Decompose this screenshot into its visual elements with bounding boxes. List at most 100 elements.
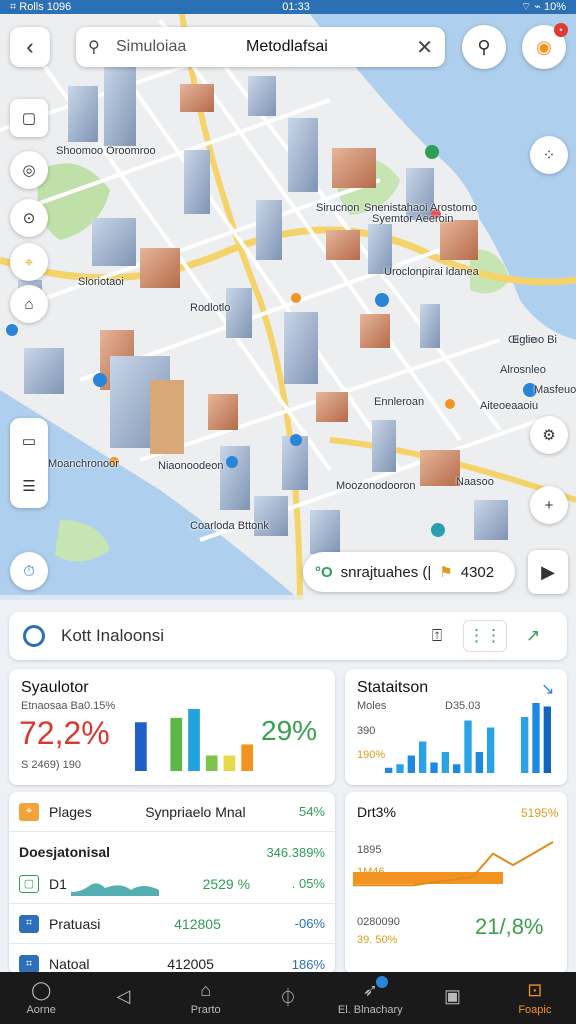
list-value: 346.389% bbox=[266, 844, 325, 860]
doc-icon: ⌗ bbox=[19, 955, 39, 973]
map-label: Aiteoeaaoiu bbox=[480, 400, 539, 412]
map-label: Ennleroan bbox=[374, 396, 425, 408]
list-label: Pratuasi bbox=[49, 915, 101, 932]
locate-button[interactable]: ⊙ bbox=[10, 199, 48, 237]
map-label: Shoomoo Oroomroo bbox=[56, 145, 156, 157]
map-label: Sloriotaoi bbox=[78, 276, 124, 288]
list-value: . 05% bbox=[291, 876, 325, 891]
map-label: Coarloda Bttonk bbox=[190, 520, 269, 532]
map-label: Alrosnleo bbox=[500, 364, 546, 376]
card-l3: 0280090 bbox=[357, 916, 400, 928]
route-summary-chip[interactable]: °O snrajtuahes (| ⚑ 4302 bbox=[303, 552, 515, 592]
card-l4: 39. 50% bbox=[357, 934, 398, 946]
search-icon: ⚲ bbox=[88, 39, 100, 56]
list-item[interactable]: ▢ D1 2529 % . 05% bbox=[9, 864, 335, 904]
map-label: Niaonoodeon bbox=[158, 460, 224, 472]
nav-label: Foapic bbox=[518, 1004, 552, 1016]
clear-search-icon[interactable]: ✕ bbox=[416, 35, 433, 60]
target-icon: ⊙ bbox=[22, 210, 36, 227]
chart-bar bbox=[487, 727, 495, 773]
summary-card[interactable]: Syaulotor Etnaosaa Ba0.15% 72,2% S 2469)… bbox=[9, 669, 335, 785]
trend-card[interactable]: Drt3% 5195% 1895 1M46 0280090 39. 50% 21… bbox=[345, 792, 567, 974]
home-outline-icon: ◯ bbox=[31, 980, 52, 1000]
card-sub3: 190% bbox=[357, 749, 386, 761]
nav-clock[interactable]: ⏀ bbox=[247, 972, 329, 1024]
route-eta: 4302 bbox=[460, 563, 495, 581]
back-button[interactable]: ‹ bbox=[10, 27, 50, 67]
share-icon[interactable]: ⍐ bbox=[417, 620, 457, 652]
route-text: snrajtuahes (| bbox=[340, 563, 432, 581]
nav-profile[interactable]: ⊡ Foapic bbox=[494, 972, 576, 1024]
search-button[interactable]: ⚲ bbox=[462, 25, 506, 69]
search-placeholder: Simuloiaa bbox=[116, 38, 187, 55]
chart-bar bbox=[241, 744, 253, 771]
route-options-icon[interactable]: ⋮⋮ bbox=[463, 620, 507, 652]
list-mid: 412005 bbox=[167, 956, 214, 972]
settings-button[interactable]: ⚙ bbox=[530, 416, 568, 454]
chart-bar bbox=[441, 752, 449, 773]
bottom-nav: ◯ Aorne ◁ ⌂ Prarto ⏀ ➶ El. Blnachary ▣ ⊡ Foa… bbox=[0, 972, 576, 1024]
compass-button[interactable]: ◎ bbox=[10, 151, 48, 189]
search-input[interactable]: Metodlafsai bbox=[246, 38, 416, 56]
nav-places[interactable]: ⌂ Prarto bbox=[165, 972, 247, 1024]
list-icon[interactable]: ☰ bbox=[22, 477, 35, 495]
notifications-button[interactable]: ◉ • bbox=[522, 23, 568, 69]
chart-bar bbox=[430, 762, 438, 773]
sparkline bbox=[70, 882, 159, 896]
list-item[interactable]: ⌖ Plages Synpriaelo Mnal 54% bbox=[9, 792, 335, 832]
home-button[interactable]: ⌂ bbox=[10, 285, 48, 323]
nav-gallery[interactable]: ▣ bbox=[411, 972, 493, 1024]
list-label: Doesjatonisal bbox=[19, 844, 111, 860]
nav-launch[interactable]: ➶ El. Blnachary bbox=[329, 972, 411, 1024]
map-label: Moozonodooron bbox=[336, 480, 416, 492]
card-value-top: 5195% bbox=[521, 806, 559, 820]
city-map[interactable]: Shoomoo Oroomroo Sloriotaoi Sirucnon Rod… bbox=[0, 0, 576, 610]
map-label: Eglie bbox=[512, 334, 537, 346]
plus-icon: + bbox=[544, 496, 554, 514]
card-footer: S 2469) 190 bbox=[21, 759, 81, 771]
nav-label: Aorne bbox=[26, 1004, 56, 1016]
gallery-icon: ▣ bbox=[444, 986, 462, 1006]
list-item[interactable]: ⌗ Pratuasi 412805 -06% bbox=[9, 904, 335, 944]
chart-bar bbox=[475, 752, 483, 773]
home-icon: ⌂ bbox=[24, 295, 34, 313]
map-label: Sirucnon bbox=[316, 202, 360, 214]
pin-button[interactable]: ⌖ bbox=[10, 243, 48, 281]
layer-icon[interactable]: ▭ bbox=[22, 432, 36, 450]
station-card[interactable]: Stataitson Moles D35.03 390 190% ↘ bbox=[345, 669, 567, 785]
nav-home[interactable]: ◯ Aorne bbox=[0, 972, 82, 1024]
status-right: ⌔ ⌁ 10% bbox=[520, 1, 566, 13]
back-arrow-icon: ◁ bbox=[116, 986, 131, 1006]
status-time: 01:33 bbox=[282, 1, 310, 13]
trend-icon: ↘ bbox=[541, 681, 555, 698]
bar-chart-1 bbox=[135, 709, 253, 771]
gear-icon: ⚙ bbox=[542, 427, 556, 444]
play-button[interactable]: ▶ bbox=[528, 550, 568, 594]
route-dot-icon: °O bbox=[315, 563, 333, 581]
status-left: ⌗ Rolls 1096 bbox=[10, 0, 72, 13]
card-big-value: 21/,8% bbox=[475, 914, 544, 939]
map-canvas bbox=[0, 0, 576, 610]
chart-bar bbox=[170, 717, 183, 771]
arrow-icon[interactable]: ↗ bbox=[513, 620, 553, 652]
square-icon: ▢ bbox=[21, 110, 37, 127]
timer-button[interactable]: ⏱ bbox=[10, 552, 48, 590]
zoom-in-button[interactable]: + bbox=[530, 486, 568, 524]
location-ring-icon bbox=[23, 625, 45, 647]
list-mid: 412805 bbox=[174, 915, 221, 932]
list-value: 186% bbox=[291, 956, 325, 972]
timer-icon: ⏱ bbox=[23, 562, 35, 580]
location-bar[interactable]: Kott Inaloonsi ⍐ ⋮⋮ ↗ bbox=[9, 612, 567, 660]
search-icon: ⚲ bbox=[477, 36, 491, 57]
search-bar[interactable]: ⚲ Simuloiaa Metodlafsai ✕ bbox=[76, 27, 445, 67]
scatter-button[interactable]: ⁘ bbox=[530, 136, 568, 174]
line-chart bbox=[353, 841, 554, 887]
map-label: Masfeuoir bbox=[534, 384, 576, 396]
list-icon: ⌖ bbox=[19, 802, 39, 821]
list-item[interactable]: ⌗ Natoal 412005 186% bbox=[9, 944, 335, 974]
play-icon: ▶ bbox=[541, 561, 555, 582]
nav-back[interactable]: ◁ bbox=[82, 972, 164, 1024]
nav-badge bbox=[376, 976, 389, 988]
map-layers-button[interactable]: ▢ bbox=[10, 99, 48, 137]
chart-bar bbox=[223, 755, 236, 771]
